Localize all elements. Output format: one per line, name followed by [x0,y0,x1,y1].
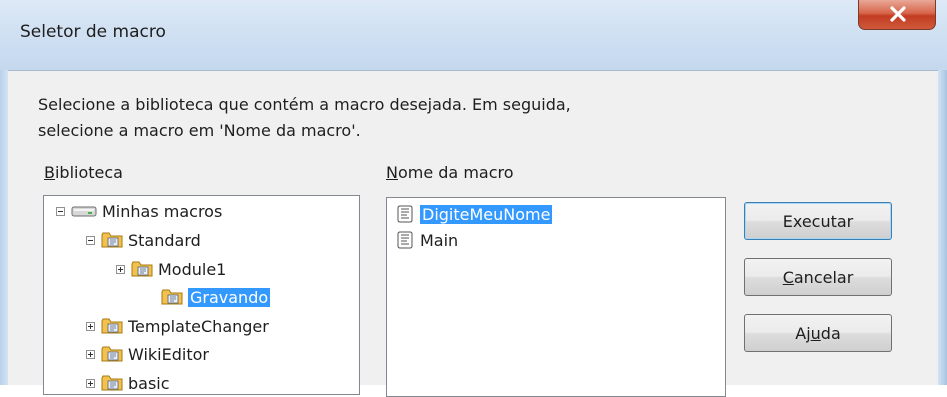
library-folder-icon [101,232,123,248]
list-item-main[interactable]: Main [395,227,458,253]
tree-item-label: Module1 [158,259,227,279]
macro-name-label: Nome da macro [386,163,514,182]
tree-item-label: basic [128,373,170,393]
expand-icon[interactable] [86,349,95,359]
tree-item-minhas-macros[interactable]: Minhas macros [56,197,222,225]
close-icon [890,6,906,22]
tree-item-label: TemplateChanger [128,316,269,336]
macro-name-list[interactable]: DigiteMeuNome Main [386,197,726,397]
library-label-mnemonic: B [44,163,55,182]
tree-item-module1[interactable]: Module1 [116,255,226,283]
cancel-label-mnemonic: C [782,267,794,287]
tree-item-templatechanger[interactable]: TemplateChanger [86,312,269,340]
list-item-digitemeunome[interactable]: DigiteMeuNome [395,201,553,227]
expand-icon[interactable] [86,321,95,331]
macro-name-label-rest: ome da macro [397,163,514,182]
cancel-label-post: ancelar [793,267,854,287]
macro-item-label: DigiteMeuNome [420,204,553,224]
cancel-button-label: Cancelar [783,268,854,287]
library-folder-icon [101,318,123,334]
tree-item-label: Standard [128,230,201,250]
instruction-line-2: selecione a macro em 'Nome da macro'. [38,121,361,140]
run-button-label: Executar [782,211,854,231]
library-tree[interactable]: Minhas macros Standard Module1 Gravando … [43,195,360,395]
library-folder-icon [101,346,123,362]
tree-item-standard[interactable]: Standard [86,226,201,254]
run-button[interactable]: Executar [744,202,892,240]
help-label-mnemonic: u [810,323,821,343]
macro-name-label-mnemonic: N [386,163,398,182]
expand-icon[interactable] [116,264,125,274]
tree-item-label: WikiEditor [128,344,209,364]
help-button-label: Ajuda [795,324,841,343]
library-folder-icon [161,289,183,305]
tree-item-basic[interactable]: basic [86,369,170,394]
help-label-post: da [820,323,841,343]
library-label: Biblioteca [44,163,123,182]
macro-item-label: Main [420,230,459,250]
collapse-icon[interactable] [56,206,65,216]
tree-item-label: Gravando [188,287,271,307]
library-folder-icon [101,375,123,391]
macro-script-icon [397,231,413,249]
macro-script-icon [397,205,413,223]
drive-icon [71,206,97,217]
cancel-button[interactable]: Cancelar [744,258,892,296]
tree-item-label: Minhas macros [102,201,223,221]
help-label-pre: Aj [795,323,811,343]
window-title: Seletor de macro [20,22,166,42]
collapse-icon[interactable] [86,235,95,245]
library-folder-icon [131,261,153,277]
tree-item-wikieditor[interactable]: WikiEditor [86,340,209,368]
tree-item-gravando[interactable]: Gravando [131,283,271,311]
dialog-body: Selecione a biblioteca que contém a macr… [8,70,938,397]
help-button[interactable]: Ajuda [744,314,892,352]
library-label-rest: iblioteca [54,163,123,182]
expand-icon[interactable] [86,378,95,388]
close-button[interactable] [858,0,936,30]
instruction-line-1: Selecione a biblioteca que contém a macr… [38,95,571,114]
title-bar[interactable]: Seletor de macro [0,0,947,70]
instruction-text: Selecione a biblioteca que contém a macr… [38,92,738,144]
